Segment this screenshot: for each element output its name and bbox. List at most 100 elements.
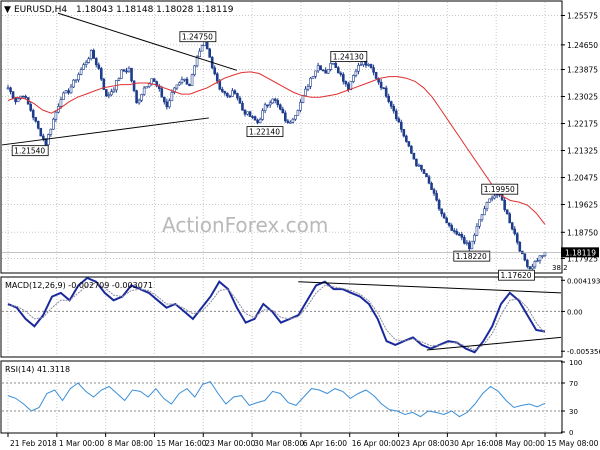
candle-body (435, 193, 438, 201)
candle-body (175, 84, 179, 89)
candle-body (515, 233, 519, 243)
price-y-tick-label: 1.25575 (567, 12, 598, 21)
candle-body (89, 50, 93, 60)
candle-body (389, 101, 393, 107)
candle-body (316, 65, 320, 72)
candle-body (291, 118, 295, 123)
x-tick-label: 23 Apr 08:00 (401, 439, 450, 448)
candle-body (309, 77, 312, 87)
candle-body (314, 70, 317, 77)
candle-body (331, 62, 335, 65)
x-tick-label: 16 Apr 00:00 (352, 439, 401, 448)
candle-body (47, 134, 50, 145)
x-tick-label: 30 Mar 08:00 (254, 439, 304, 448)
candle-body (442, 213, 446, 219)
rsi-y-tick-label: 100 (569, 359, 582, 367)
candle-body (258, 119, 262, 124)
candle-body (470, 240, 474, 250)
macd-y-tick-label: -0.005356 (567, 348, 600, 356)
candle-body (170, 92, 174, 102)
candle-body (188, 84, 191, 87)
candle-body (531, 266, 534, 270)
rsi-panel-frame (0, 360, 563, 434)
fib-level-label: 38.2 (552, 264, 568, 272)
x-tick-label: 30 Apr 16:00 (449, 439, 498, 448)
candle-body (399, 121, 403, 130)
candle-body (263, 104, 267, 111)
candle-body (84, 62, 88, 65)
price-annotation-label: 1.19950 (484, 185, 515, 194)
candle-body (523, 253, 527, 261)
candle-body (430, 182, 433, 190)
candle-body (437, 199, 441, 210)
candle-body (528, 266, 532, 270)
candle-body (387, 95, 390, 102)
candle-body (468, 242, 471, 250)
candle-body (125, 70, 128, 73)
macd-title: MACD(12,26,9) -0.002709 -0.003071 (5, 281, 153, 290)
rsi-y-tick-label: 70 (569, 380, 578, 388)
candle-body (253, 116, 257, 121)
candle-body (200, 45, 204, 52)
candle-body (518, 241, 522, 252)
candle-body (326, 69, 330, 74)
macd-y-tick-label: 0.004193 (567, 277, 600, 285)
candle-body (261, 110, 264, 120)
candle-body (193, 65, 196, 76)
forex-chart: 1.24750 1.24130 1.22140 1.21540 1.19950 1.182… (0, 0, 600, 448)
candle-body (127, 67, 131, 72)
candle-body (165, 101, 169, 108)
candle-body (87, 58, 90, 63)
candle-body (357, 64, 360, 72)
candle-body (478, 219, 481, 227)
candle-body (480, 214, 484, 221)
candle-body (248, 111, 252, 117)
candle-body (41, 135, 45, 139)
candle-body (541, 255, 544, 257)
candle-body (251, 116, 254, 118)
candle-body (9, 87, 12, 92)
candle-body (168, 100, 171, 108)
candle-body (160, 88, 164, 98)
candle-body (94, 58, 98, 66)
candle-body (228, 95, 232, 98)
candle-body (447, 222, 451, 226)
candle-body (140, 94, 143, 101)
candle-body (342, 74, 345, 82)
candle-body (463, 237, 466, 244)
candle-body (39, 127, 43, 137)
candle-body (452, 230, 456, 232)
candle-body (306, 86, 310, 90)
candle-body (152, 78, 156, 82)
price-annotation-label: 1.21540 (14, 147, 45, 156)
candle-body (460, 234, 464, 238)
candle-body (488, 198, 491, 203)
candle-body (208, 48, 211, 58)
price-y-tick-label: 1.18750 (567, 228, 598, 237)
candle-body (485, 201, 489, 210)
candle-body (24, 95, 27, 98)
candle-body (427, 176, 431, 184)
x-tick-label: 1 Mar 00:00 (59, 439, 105, 448)
candle-body (246, 111, 249, 115)
candle-body (526, 259, 529, 267)
candle-body (352, 75, 355, 82)
candle-body (256, 119, 259, 124)
candle-body (112, 89, 116, 93)
candle-body (538, 255, 542, 261)
candle-body (384, 87, 388, 97)
candle-body (77, 74, 80, 81)
candle-body (311, 75, 315, 79)
candle-body (347, 83, 350, 91)
candle-body (536, 260, 539, 262)
candle-body (450, 225, 454, 231)
candle-body (465, 242, 469, 245)
candle-body (213, 67, 217, 75)
candle-body (382, 87, 385, 90)
current-price-label: 1.18119 (565, 248, 596, 257)
candle-body (142, 87, 146, 95)
candle-body (397, 118, 401, 123)
x-tick-label: 15 May 08:00 (547, 439, 599, 448)
header-arrow-icon: ▼ (4, 5, 11, 15)
rsi-y-tick-label: 0 (569, 429, 573, 437)
